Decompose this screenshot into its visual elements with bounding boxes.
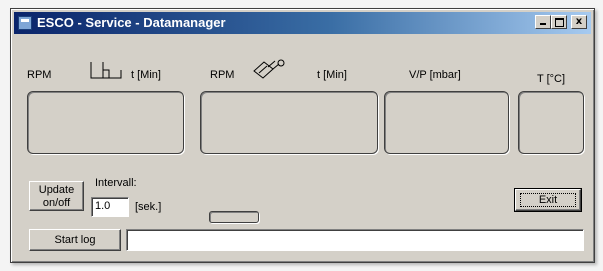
close-icon[interactable]: x [571, 15, 587, 29]
interval-unit-label: [sek.] [135, 201, 162, 213]
update-toggle-button[interactable]: Update on/off [29, 181, 84, 211]
title-bar[interactable]: ESCO - Service - Datamanager x [14, 12, 591, 34]
rpm-display-2 [200, 91, 378, 154]
log-file-input[interactable] [126, 229, 584, 251]
exit-button-label: Exit [538, 194, 558, 206]
interval-input[interactable]: 1.0 [91, 197, 129, 217]
window-title: ESCO - Service - Datamanager [37, 15, 226, 30]
minimize-icon[interactable] [535, 15, 551, 29]
temp-display [518, 91, 584, 154]
maximize-icon[interactable] [551, 15, 567, 29]
vp-display [384, 91, 509, 154]
start-log-button[interactable]: Start log [29, 229, 121, 251]
update-button-line1: Update [38, 184, 75, 196]
main-window: ESCO - Service - Datamanager x RPM t [Mi… [10, 8, 595, 263]
update-button-line2: on/off [42, 197, 71, 209]
exit-button[interactable]: Exit [514, 188, 582, 212]
tmin-label-2: t [Min] [317, 69, 347, 81]
tmin-label-1: t [Min] [131, 69, 161, 81]
status-indicator [209, 211, 259, 223]
rpm-label-2: RPM [210, 69, 235, 81]
stirrer-icon [90, 62, 122, 79]
app-icon[interactable] [18, 16, 32, 30]
vp-label: V/P [mbar] [409, 69, 461, 81]
rpm-label-1: RPM [27, 69, 52, 81]
rpm-display-1 [27, 91, 184, 154]
interval-label: Intervall: [95, 177, 137, 189]
rotary-flask-icon [253, 59, 285, 79]
temp-label: T [°C] [537, 73, 566, 85]
